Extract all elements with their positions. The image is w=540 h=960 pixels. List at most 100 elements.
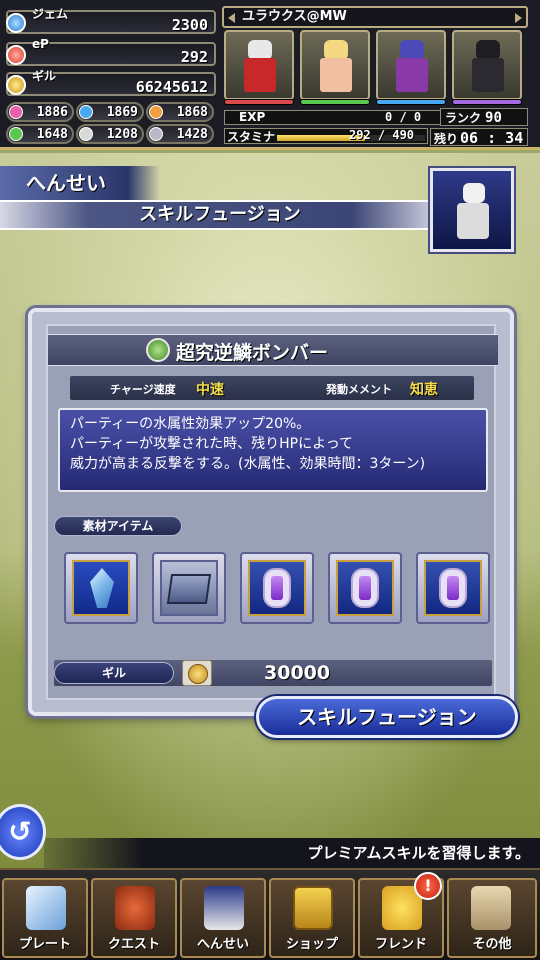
charge-label: チャージ速度 [110,383,176,396]
stamina-timer: 残り 06 : 34 [430,128,528,147]
orb-value: 1868 [176,105,208,120]
member-hp-bar [452,99,522,105]
nav-label: プレート [18,937,71,952]
nav-quest[interactable]: クエスト [91,878,177,958]
scroll-icon [471,886,511,930]
info-message: プレミアムスキルを習得します。 [44,838,540,868]
orb-counter: 1868 [146,102,214,122]
meme-value: 知恵 [410,382,438,398]
purple-gem-icon [263,568,291,608]
silver-orb-icon [149,127,163,141]
stamina-row: スタミナ 292 / 490 [224,128,428,144]
orb-counter: 1428 [146,124,214,144]
nav-plate[interactable]: プレート [2,878,88,958]
page-title: スキルフュージョン [0,200,440,230]
stamina-value: 292 / 490 [349,128,415,142]
coin-icon [6,75,26,95]
skill-fusion-button[interactable]: スキルフュージョン [256,696,518,738]
coin-icon [182,660,212,686]
heart-icon [6,45,26,65]
orb-value: 1869 [106,105,138,120]
skill-description: パーティーの水属性効果アップ20%。 パーティーが攻撃された時、残りHPによって… [58,408,488,492]
ep-counter[interactable]: eP 292 [6,37,216,66]
material-slot-1[interactable] [64,552,138,624]
charge-value: 中速 [196,382,224,398]
description-line: 威力が高まる反撃をする。(水属性、効果時間：3ターン) [70,456,426,472]
meme-label: 発動メメント [326,383,392,396]
quest-icon [115,886,155,930]
orange-orb-icon [149,105,163,119]
skill-name: 超究逆鱗ボンバー [176,342,329,364]
orb-counter: 1208 [76,124,144,144]
bottom-nav: プレート クエスト へんせい ショップ フレンド その他 [0,868,540,960]
screen-category: へんせい [0,166,160,200]
orb-value: 1208 [106,127,138,142]
cost-label: ギル [54,662,174,684]
orb-value: 1886 [36,105,68,120]
orb-counter: 1869 [76,102,144,122]
orb-value: 1648 [36,127,68,142]
material-slot-5[interactable] [416,552,490,624]
stamina-label: スタミナ [227,130,276,144]
ep-value: 292 [180,48,208,66]
material-slot-4[interactable] [328,552,402,624]
gil-cost: ギル 30000 [54,660,492,686]
ep-label: eP [32,37,49,51]
orb-counter: 1648 [6,124,74,144]
materials-header: 素材アイテム [54,516,182,536]
skill-icon [146,338,170,362]
book-icon [166,574,212,604]
gil-value: 66245612 [135,78,208,96]
gil-counter[interactable]: ギル 66245612 [6,69,216,96]
party-icon [204,886,244,930]
pink-orb-icon [9,105,23,119]
gem-value: 2300 [171,16,208,34]
description-line: パーティーが攻撃された時、残りHPによって [70,436,354,452]
description-line: パーティーの水属性効果アップ20%。 [70,416,311,432]
member-hp-bar [300,99,370,105]
party-member-4[interactable] [452,30,522,100]
material-slot-2[interactable] [152,552,226,624]
skill-name-bar: 超究逆鱗ボンバー [48,334,498,366]
party-member-3[interactable] [376,30,446,100]
exp-label: EXP [239,110,266,124]
exp-value: 0 / 0 [385,110,422,124]
character-portrait[interactable] [428,166,516,254]
nav-label: へんせい [196,937,249,952]
rank-value: 90 [485,110,502,126]
gil-label: ギル [32,69,57,83]
party-member-1[interactable] [224,30,294,100]
blue-orb-icon [79,105,93,119]
status-hud: ジェム 2300 eP 292 ギル 66245612 1886 1869 18… [0,0,540,150]
remaining-time: 06 : 34 [460,129,524,147]
party-member-2[interactable] [300,30,370,100]
rank-box: ランク 90 [440,108,528,126]
shop-icon [293,886,333,930]
skill-attributes: チャージ速度 中速 発動メメント 知恵 [70,376,474,400]
orb-value: 1428 [176,127,208,142]
gem-icon [6,13,26,33]
skill-fusion-panel: 超究逆鱗ボンバー チャージ速度 中速 発動メメント 知恵 パーティーの水属性効果… [28,308,514,716]
nav-party[interactable]: へんせい [180,878,266,958]
gem-label: ジェム [32,7,69,21]
gem-counter[interactable]: ジェム 2300 [6,7,216,34]
cost-value: 30000 [264,662,331,684]
nav-label: その他 [472,937,512,952]
purple-gem-icon [439,568,467,608]
notification-badge: ! [414,872,442,900]
member-hp-bar [224,99,294,105]
nav-label: フレンド [374,937,427,952]
nav-other[interactable]: その他 [447,878,537,958]
orb-counter: 1886 [6,102,74,122]
orb-counters[interactable]: 1886 1869 1868 1648 1208 1428 [6,102,216,146]
crystal-icon [90,568,114,608]
nav-shop[interactable]: ショップ [269,878,355,958]
white-orb-icon [79,127,93,141]
panel-inner: 超究逆鱗ボンバー チャージ速度 中速 発動メメント 知恵 パーティーの水属性効果… [46,324,498,700]
member-hp-bar [376,99,446,105]
material-slot-3[interactable] [240,552,314,624]
nav-label: クエスト [107,937,160,952]
crystal-icon [26,886,66,930]
purple-gem-icon [351,568,379,608]
remaining-label: 残り [434,132,459,146]
